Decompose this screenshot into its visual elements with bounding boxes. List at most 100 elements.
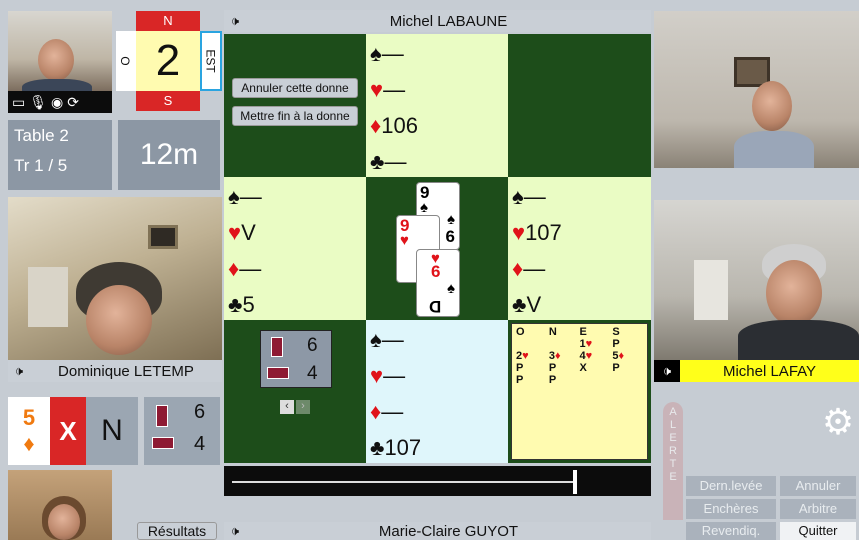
namebar-east: 🕩 Michel LAFAY <box>654 360 859 382</box>
bid-cell <box>612 374 643 386</box>
south-clubs: 107 <box>384 435 422 460</box>
bid-cell: E <box>579 326 587 338</box>
video-north <box>654 11 859 168</box>
trick-slider[interactable] <box>224 466 651 496</box>
contract-level: 5 ♦ <box>8 397 50 465</box>
speaker-icon[interactable]: 🕩 <box>8 363 30 379</box>
table-label: Table 2 <box>14 126 69 145</box>
compass-north: N <box>136 11 200 31</box>
bid-cell: X <box>579 362 587 374</box>
cancel-deal-button[interactable]: Annuler cette donne <box>232 78 358 98</box>
bid-cell: P <box>548 362 557 374</box>
bids-button[interactable]: Enchères <box>686 499 776 519</box>
trick-card-south: ♥ 6 ♠ D <box>416 249 460 317</box>
bid-cell: P <box>516 362 524 374</box>
trick-area: 9 ♠ 6 ♠ 9 ♥ ♥ 6 ♠ D <box>366 177 508 320</box>
cancel-button[interactable]: Annuler <box>780 476 856 496</box>
south-spades: — <box>381 327 404 352</box>
refresh-icon[interactable]: ⟳ <box>67 94 79 111</box>
contract-ns-tricks: 6 <box>194 401 206 423</box>
east-hearts: 107 <box>525 220 562 245</box>
referee-button[interactable]: Arbitre <box>780 499 856 519</box>
video-south <box>8 470 112 540</box>
player-west-name: Dominique LETEMP <box>58 362 194 380</box>
timer: 12m <box>118 120 220 190</box>
east-diamonds: — <box>523 256 546 281</box>
bid-cell: P <box>548 374 557 386</box>
west-spades: — <box>239 184 262 209</box>
compass-west: O <box>116 31 136 91</box>
contract-box: 5 ♦ X N 6 4 <box>8 397 220 465</box>
bid-cell: 4♥ <box>579 350 593 362</box>
board-bottom-left: 6 4 ‹ › <box>224 320 366 463</box>
north-diamonds: 106 <box>381 113 418 138</box>
bidding-area: ONES 1♥ P 2♥ 3♦ 4♥ 5♦ PPXP PP <box>508 320 651 463</box>
south-diamonds: — <box>381 399 404 424</box>
tricks-ns: 6 <box>307 335 318 356</box>
bid-cell: P <box>516 374 524 386</box>
east-spades: — <box>523 184 546 209</box>
speaker-icon[interactable]: 🕩 <box>654 360 680 382</box>
deal-number: 2 <box>136 31 200 91</box>
slider-thumb[interactable] <box>573 470 577 494</box>
player-south-name: Marie-Claire GUYOT <box>378 522 519 540</box>
north-clubs: — <box>384 149 407 174</box>
eye-icon[interactable]: ◉ <box>51 94 63 111</box>
bid-cell: S <box>612 326 620 338</box>
last-trick-button[interactable]: Dern.levée <box>686 476 776 496</box>
table-info: Table 2 Tr 1 / 5 <box>8 120 112 190</box>
compass-east: EST <box>200 31 222 91</box>
bid-cell: N <box>548 326 557 338</box>
round-label: Tr 1 / 5 <box>14 156 68 175</box>
contract-ew-tricks: 4 <box>194 433 206 455</box>
contract-double: X <box>50 397 86 465</box>
mic-icon[interactable]: 🎙 <box>29 94 47 111</box>
camera-icon[interactable]: ▭ <box>12 94 25 111</box>
west-hand: ♠ — ♥ V ♦ — ♣ 5 <box>224 177 366 320</box>
bid-cell: P <box>612 362 620 374</box>
namebar-west: 🕩 Dominique LETEMP <box>8 360 222 382</box>
alert-button[interactable]: ALERTE <box>663 402 683 520</box>
board-top-right <box>508 34 651 177</box>
video-controls: ▭ 🎙 ◉ ⟳ <box>8 91 112 113</box>
video-west <box>8 197 222 360</box>
bid-cell <box>579 374 612 386</box>
west-diamonds: — <box>239 256 262 281</box>
player-east-name: Michel LAFAY <box>722 362 817 380</box>
south-hand: ♠ — ♥ — ♦ — ♣ 107 <box>366 320 508 463</box>
next-trick-button[interactable]: › <box>296 400 310 414</box>
quit-button[interactable]: Quitter <box>780 522 856 540</box>
compass-south: S <box>136 91 200 111</box>
contract-tricks: 6 4 <box>144 397 220 465</box>
prev-trick-button[interactable]: ‹ <box>280 400 294 414</box>
namebar-south: 🕩 Marie-Claire GUYOT <box>224 522 651 540</box>
bid-cell: 1♥ <box>579 338 593 350</box>
speaker-icon[interactable]: 🕩 <box>224 13 246 29</box>
trick-nav: ‹ › <box>280 400 312 414</box>
claim-button[interactable]: Revendiq. <box>686 522 776 540</box>
bid-cell: P <box>612 338 620 350</box>
speaker-icon[interactable]: 🕩 <box>224 523 246 539</box>
bid-cell: 3♦ <box>548 350 561 362</box>
tricks-ew: 4 <box>307 363 318 384</box>
west-hearts: V <box>241 220 256 245</box>
north-hand: ♠ — ♥ — ♦ 106 ♣ — <box>366 34 508 177</box>
west-clubs: 5 <box>242 292 255 317</box>
gear-icon[interactable]: ⚙ <box>820 404 856 440</box>
north-hearts: — <box>383 77 406 102</box>
namebar-north: 🕩 Michel LABAUNE <box>224 10 651 32</box>
video-east <box>654 200 859 360</box>
bid-cell: 5♦ <box>612 350 625 362</box>
bidding-table: ONES 1♥ P 2♥ 3♦ 4♥ 5♦ PPXP PP <box>511 323 648 460</box>
compass-box: N O 2 EST S <box>116 11 223 113</box>
bid-cell <box>516 338 549 350</box>
south-hearts: — <box>383 363 406 388</box>
bid-cell <box>549 338 580 350</box>
end-deal-button[interactable]: Mettre fin à la donne <box>232 106 358 126</box>
contract-declarer: N <box>86 397 138 465</box>
east-hand: ♠ — ♥ 107 ♦ — ♣ V <box>508 177 651 320</box>
tricks-counter: 6 4 <box>260 330 332 388</box>
video-top-left <box>8 11 112 91</box>
results-button[interactable]: Résultats <box>137 522 217 540</box>
bid-cell: 2♥ <box>516 350 529 362</box>
